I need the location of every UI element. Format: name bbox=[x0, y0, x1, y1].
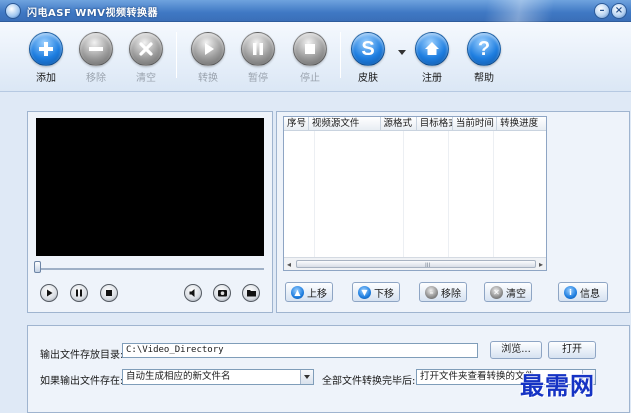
player-folder-button[interactable] bbox=[242, 284, 260, 302]
column-header-source-file[interactable]: 视频源文件 bbox=[309, 117, 381, 130]
scroll-right-icon[interactable]: ▸ bbox=[539, 260, 543, 269]
column-header-current-time[interactable]: 当前时间 bbox=[453, 117, 498, 130]
preview-panel bbox=[27, 111, 273, 313]
plus-icon bbox=[29, 32, 63, 66]
player-stop-button[interactable] bbox=[100, 284, 118, 302]
stop-icon bbox=[106, 290, 112, 296]
stop-icon bbox=[293, 32, 327, 66]
player-pause-button[interactable] bbox=[70, 284, 88, 302]
after-convert-label: 全部文件转换完毕后: bbox=[322, 376, 416, 387]
home-icon bbox=[415, 32, 449, 66]
output-dir-input[interactable]: C:\Video_Directory bbox=[122, 343, 478, 358]
title-bar: 闪电ASF WMV视频转换器 – × bbox=[0, 0, 631, 22]
question-icon: ? bbox=[467, 32, 501, 66]
snapshot-icon bbox=[217, 290, 227, 297]
move-out-button[interactable]: – 移除 bbox=[419, 282, 467, 302]
clear-button[interactable]: 清空 bbox=[124, 32, 168, 88]
play-icon bbox=[191, 32, 225, 66]
x-icon bbox=[129, 32, 163, 66]
horizontal-scrollbar[interactable]: ◂ III ▸ bbox=[284, 257, 546, 270]
info-icon: i bbox=[564, 285, 577, 299]
convert-label: 转换 bbox=[198, 73, 218, 84]
clear-label: 清空 bbox=[136, 73, 156, 84]
convert-button[interactable]: 转换 bbox=[186, 32, 230, 88]
skin-s-icon: S bbox=[351, 32, 385, 66]
add-button[interactable]: 添加 bbox=[24, 32, 68, 88]
output-dir-label: 输出文件存放目录: bbox=[40, 350, 124, 361]
seek-bar[interactable] bbox=[36, 268, 264, 270]
info-label: 信息 bbox=[580, 288, 600, 300]
scroll-left-icon[interactable]: ◂ bbox=[287, 260, 291, 269]
player-play-button[interactable] bbox=[40, 284, 58, 302]
skin-dropdown-arrow-icon[interactable] bbox=[398, 50, 406, 55]
arrow-down-icon: ▼ bbox=[358, 285, 371, 299]
column-header-progress[interactable]: 转换进度 bbox=[497, 117, 546, 130]
toolbar: 添加 移除 清空 转换 暂停 停止 S 皮肤 注册 ? 帮助 bbox=[0, 22, 631, 92]
main-area: 序号 视频源文件 源格式 目标格式 当前时间 转换进度 ◂ III ▸ bbox=[0, 93, 631, 413]
after-convert-value: 打开文件夹查看转换的文件 bbox=[420, 371, 535, 382]
browse-button[interactable]: 浏览... bbox=[490, 341, 542, 359]
column-header-index[interactable]: 序号 bbox=[284, 117, 309, 130]
help-label: 帮助 bbox=[474, 73, 494, 84]
move-out-label: 移除 bbox=[441, 288, 461, 300]
volume-icon bbox=[189, 289, 195, 297]
toolbar-separator bbox=[176, 32, 177, 78]
pause-icon bbox=[76, 289, 82, 297]
move-up-label: 上移 bbox=[307, 288, 327, 300]
file-exists-select[interactable]: 自动生成相应的新文件名 bbox=[122, 369, 314, 385]
add-label: 添加 bbox=[36, 73, 56, 84]
pause-icon bbox=[241, 32, 275, 66]
file-list-header: 序号 视频源文件 源格式 目标格式 当前时间 转换进度 bbox=[284, 117, 546, 131]
file-exists-value: 自动生成相应的新文件名 bbox=[126, 371, 231, 382]
arrow-up-icon: ▲ bbox=[291, 285, 304, 299]
move-down-button[interactable]: ▼ 下移 bbox=[352, 282, 400, 302]
window-title: 闪电ASF WMV视频转换器 bbox=[27, 8, 158, 19]
pause-button[interactable]: 暂停 bbox=[236, 32, 280, 88]
minus-icon bbox=[79, 32, 113, 66]
move-down-label: 下移 bbox=[374, 288, 394, 300]
pause-label: 暂停 bbox=[248, 73, 268, 84]
scroll-thumb[interactable]: III bbox=[296, 260, 536, 269]
app-logo-icon bbox=[5, 3, 21, 19]
play-icon bbox=[47, 289, 53, 297]
toolbar-separator bbox=[340, 32, 341, 78]
clear-list-button[interactable]: ✕ 清空 bbox=[484, 282, 532, 302]
x-icon: ✕ bbox=[490, 285, 503, 299]
info-button[interactable]: i 信息 bbox=[558, 282, 608, 302]
file-list-body bbox=[284, 131, 546, 257]
player-volume-button[interactable] bbox=[184, 284, 202, 302]
skin-button[interactable]: S 皮肤 bbox=[346, 32, 390, 88]
minimize-button[interactable]: – bbox=[594, 3, 610, 19]
register-label: 注册 bbox=[422, 73, 442, 84]
close-button[interactable]: × bbox=[611, 3, 627, 19]
file-list[interactable]: 序号 视频源文件 源格式 目标格式 当前时间 转换进度 ◂ III ▸ bbox=[283, 116, 547, 271]
file-list-panel: 序号 视频源文件 源格式 目标格式 当前时间 转换进度 ◂ III ▸ bbox=[276, 111, 630, 313]
register-button[interactable]: 注册 bbox=[410, 32, 454, 88]
minus-icon: – bbox=[425, 285, 438, 299]
video-preview bbox=[36, 118, 264, 256]
clear-list-label: 清空 bbox=[506, 288, 526, 300]
file-exists-label: 如果输出文件存在: bbox=[40, 376, 124, 387]
column-header-target-format[interactable]: 目标格式 bbox=[417, 117, 453, 130]
scroll-grip: III bbox=[425, 262, 431, 269]
folder-icon bbox=[246, 290, 256, 297]
titlebar-decoration bbox=[461, 0, 591, 22]
column-header-source-format[interactable]: 源格式 bbox=[381, 117, 417, 130]
stop-label: 停止 bbox=[300, 73, 320, 84]
chevron-down-icon[interactable] bbox=[300, 370, 313, 384]
player-snapshot-button[interactable] bbox=[213, 284, 231, 302]
remove-button[interactable]: 移除 bbox=[74, 32, 118, 88]
seek-handle[interactable] bbox=[34, 261, 41, 273]
remove-label: 移除 bbox=[86, 73, 106, 84]
help-button[interactable]: ? 帮助 bbox=[462, 32, 506, 88]
open-button[interactable]: 打开 bbox=[548, 341, 596, 359]
skin-label: 皮肤 bbox=[358, 73, 378, 84]
move-up-button[interactable]: ▲ 上移 bbox=[285, 282, 333, 302]
stop-button[interactable]: 停止 bbox=[288, 32, 332, 88]
watermark-logo: 最需网 bbox=[520, 371, 595, 400]
